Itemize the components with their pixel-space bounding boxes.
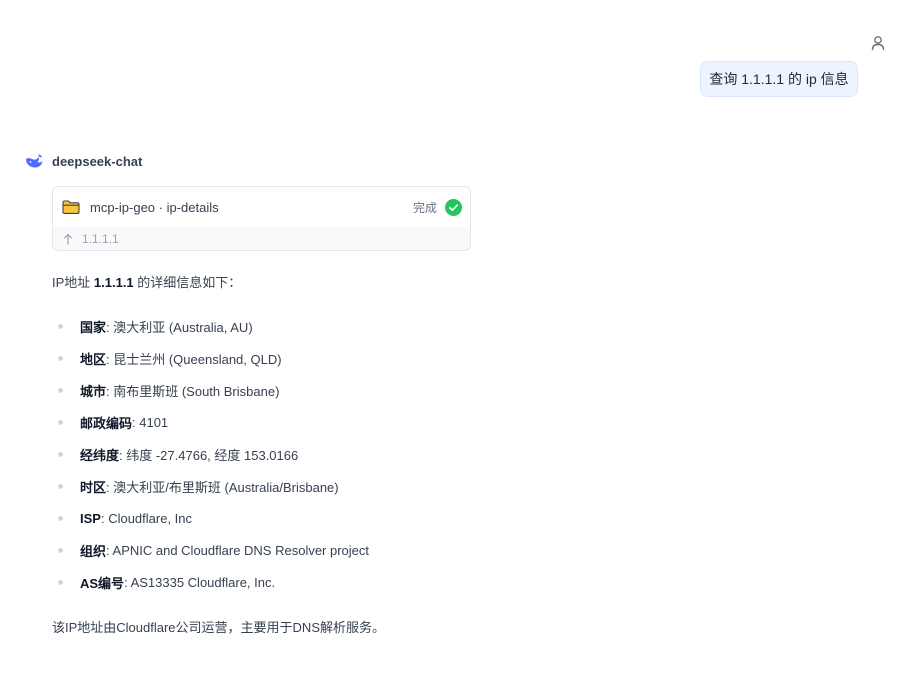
item-label: 组织 — [80, 543, 107, 559]
bullet — [58, 323, 63, 329]
bullet — [58, 387, 63, 393]
list-item: 经纬度: 纬度 -27.4766, 经度 153.0166 — [52, 438, 369, 470]
intro-prefix: IP地址 — [52, 275, 94, 290]
item-value: : APNIC and Cloudflare DNS Resolver proj… — [106, 542, 370, 558]
bullet — [58, 547, 63, 553]
whale-logo-icon — [26, 154, 43, 168]
response-summary: 该IP地址由Cloudflare公司运营，主要用于DNS解析服务。 — [52, 620, 385, 635]
user-message-text: 查询 1.1.1.1 的 ip 信息 — [709, 71, 849, 87]
intro-ip: 1.1.1.1 — [93, 275, 134, 290]
item-label: 经纬度 — [80, 447, 120, 463]
item-value: : 昆士兰州 (Queensland, QLD) — [106, 351, 282, 367]
tool-call-header[interactable]: mcp-ip-geo · ip-details 完成 — [53, 187, 470, 227]
list-item: 组织: APNIC and Cloudflare DNS Resolver pr… — [52, 534, 369, 566]
tool-call-arguments: 1.1.1.1 — [53, 227, 470, 250]
tool-call-argument: 1.1.1.1 — [82, 232, 119, 246]
list-item: 国家: 澳大利亚 (Australia, AU) — [52, 310, 369, 342]
item-value: : 澳大利亚 (Australia, AU) — [106, 319, 253, 335]
bullet — [58, 579, 63, 585]
bullet — [58, 451, 63, 457]
item-value: : Cloudflare, Inc — [100, 510, 193, 526]
bullet — [58, 419, 63, 425]
bullet — [58, 515, 63, 521]
list-item: AS编号: AS13335 Cloudflare, Inc. — [52, 566, 369, 598]
item-value: : 4101 — [132, 414, 169, 430]
response-intro: IP地址 1.1.1.1 的详细信息如下： — [52, 272, 241, 291]
bullet — [58, 483, 63, 489]
item-label: 地区 — [80, 351, 107, 367]
user-icon — [871, 36, 885, 51]
item-value: : 南布里斯班 (South Brisbane) — [106, 383, 280, 399]
list-item: 邮政编码: 4101 — [52, 406, 369, 438]
list-item: 地区: 昆士兰州 (Queensland, QLD) — [52, 342, 369, 374]
list-item: ISP: Cloudflare, Inc — [52, 502, 369, 534]
list-item: 城市: 南布里斯班 (South Brisbane) — [52, 374, 369, 406]
tool-call-name: mcp-ip-geo · ip-details — [90, 199, 219, 215]
item-label: AS编号 — [80, 575, 125, 591]
item-value: : 纬度 -27.4766, 经度 153.0166 — [119, 447, 299, 463]
assistant-header: deepseek-chat — [24, 151, 142, 171]
assistant-name: deepseek-chat — [52, 153, 143, 169]
item-label: 城市 — [80, 383, 107, 399]
item-label: ISP — [80, 510, 101, 526]
check-circle-icon — [445, 198, 462, 216]
item-label: 邮政编码 — [80, 415, 133, 431]
item-label: 时区 — [80, 479, 107, 495]
item-value: : 澳大利亚/布里斯班 (Australia/Brisbane) — [106, 479, 339, 495]
tool-call-status: 完成 — [412, 200, 437, 215]
arrow-up-icon — [63, 233, 73, 245]
bullet — [58, 355, 63, 361]
item-label: 国家 — [80, 319, 107, 335]
list-item: 时区: 澳大利亚/布里斯班 (Australia/Brisbane) — [52, 470, 369, 502]
item-value: : AS13335 Cloudflare, Inc. — [124, 574, 276, 590]
folder-icon — [62, 200, 80, 214]
user-message-bubble: 查询 1.1.1.1 的 ip 信息 — [700, 61, 858, 97]
intro-suffix: 的详细信息如下： — [133, 275, 242, 290]
ip-details-list: 国家: 澳大利亚 (Australia, AU) 地区: 昆士兰州 (Queen… — [52, 310, 369, 598]
tool-call-card[interactable]: mcp-ip-geo · ip-details 完成 1.1.1.1 — [52, 186, 471, 251]
